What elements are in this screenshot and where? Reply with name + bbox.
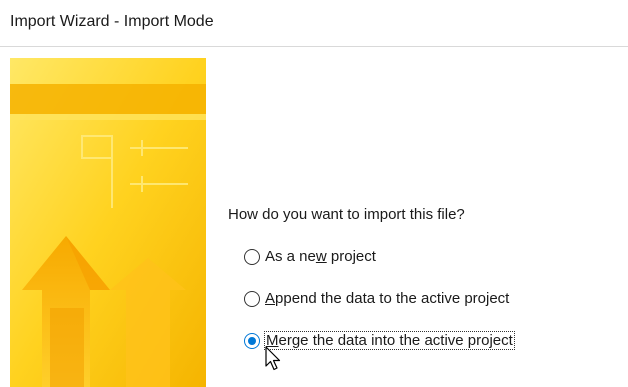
append-data-radio[interactable]: [244, 290, 260, 307]
import-question-label: How do you want to import this file?: [228, 206, 465, 223]
import-arrow-graphic-icon: [10, 58, 206, 387]
option-append-data[interactable]: Append the data to the active project: [244, 290, 509, 307]
import-wizard-window: Import Wizard - Import Mode How do you w…: [0, 0, 628, 387]
new-project-label[interactable]: As a new project: [265, 248, 376, 265]
mouse-pointer-icon: [265, 346, 281, 377]
option-new-project[interactable]: As a new project: [244, 248, 376, 265]
merge-data-radio[interactable]: [244, 332, 260, 349]
title-bar: Import Wizard - Import Mode: [0, 0, 628, 46]
new-project-radio[interactable]: [244, 248, 260, 265]
title-divider: [0, 46, 628, 47]
wizard-banner-image: [10, 58, 206, 387]
window-title: Import Wizard - Import Mode: [10, 13, 214, 30]
option-merge-data[interactable]: Merge the data into the active project: [244, 331, 515, 350]
append-data-label[interactable]: Append the data to the active project: [265, 290, 509, 307]
merge-data-label[interactable]: Merge the data into the active project: [264, 331, 515, 350]
